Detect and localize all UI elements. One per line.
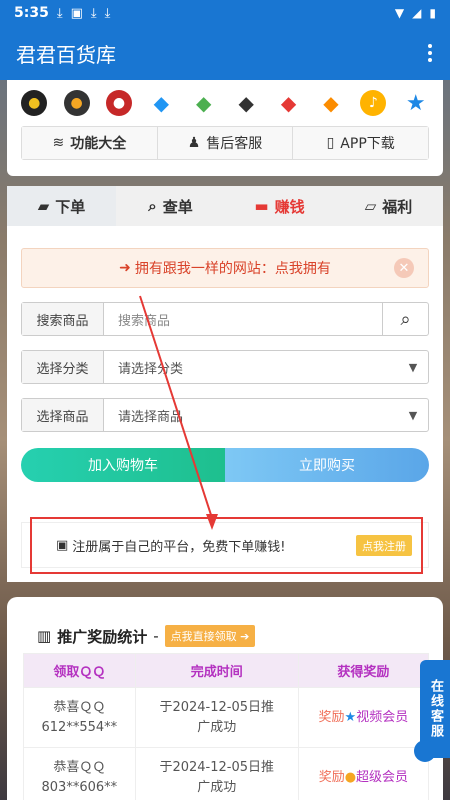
category-field: 选择分类 请选择分类 ▼ [21, 350, 429, 384]
signal-icon: ◢ [412, 6, 422, 20]
chat-icon[interactable] [414, 740, 436, 762]
arrow-right-icon: ➜ [119, 260, 131, 276]
quick-links: ≋ 功能大全 ♟ 售后客服 ▯ APP下载 [21, 126, 429, 160]
app-download-button[interactable]: ▯ APP下载 [293, 127, 429, 159]
wifi-icon: ≋ [52, 135, 65, 151]
folder-icon: ▱ [364, 197, 377, 215]
column-header: 领取ＱＱ [23, 653, 136, 688]
search-field: 搜索商品 搜索商品 ⌕ [21, 302, 429, 336]
diamond-green-icon[interactable]: ◆ [191, 90, 217, 116]
order-card: ▰ 下单 ⌕ 查单 ▬ 赚钱 ▱ 福利 ➜ 拥有跟我一样的网站：点我拥有 ✕ 搜索商品 … [7, 186, 443, 582]
search-button[interactable]: ⌕ [382, 303, 428, 335]
star-icon: ★ [344, 709, 357, 725]
table-row: 恭喜ＱＱ 612**554** 于2024-12-05日推 广成功 奖励★视频会员 [23, 687, 430, 748]
register-button[interactable]: 点我注册 [356, 535, 412, 556]
category-select[interactable]: 请选择分类 [104, 351, 398, 383]
product-field: 选择商品 请选择商品 ▼ [21, 398, 429, 432]
download-icon: ⤓ [56, 5, 63, 21]
diamond-blue-icon[interactable]: ◆ [148, 90, 174, 116]
more-menu-icon[interactable] [410, 26, 450, 80]
notification-icons: ⤓ ▣ ⤓ ⤓ [57, 6, 111, 21]
gift-icon: ▣ [56, 537, 69, 553]
chevron-down-icon: ▼ [408, 360, 418, 374]
buy-now-button[interactable]: 立即购买 [225, 448, 429, 482]
star-icon[interactable]: ★ [403, 90, 429, 116]
table-row: 恭喜ＱＱ 803**606** 于2024-12-05日推 广成功 奖励●超级会员 [23, 747, 430, 800]
shopping-bag-icon: ▰ [37, 197, 50, 215]
status-bar: 5:35 ⤓ ▣ ⤓ ⤓ ▼ ◢ ▮ [0, 0, 450, 26]
stats-title: ▥ 推广奖励统计 - 点我直接领取 ➔ [37, 625, 256, 647]
add-to-cart-button[interactable]: 加入购物车 [21, 448, 225, 482]
app-title: 君君百货库 [16, 42, 116, 67]
chevron-down-icon: ▼ [408, 408, 418, 422]
wifi-icon: ▼ [394, 6, 405, 20]
column-header: 完成时间 [134, 653, 299, 688]
register-banner: ▣ 注册属于自己的平台，免费下单赚钱! 点我注册 [21, 522, 429, 568]
diamond-red-icon[interactable]: ◆ [276, 90, 302, 116]
promo-banner[interactable]: ➜ 拥有跟我一样的网站：点我拥有 ✕ [21, 248, 429, 288]
tab-bar: ▰ 下单 ⌕ 查单 ▬ 赚钱 ▱ 福利 [7, 186, 443, 226]
phone-icon: ▯ [326, 135, 335, 151]
tab-earn[interactable]: ▬ 赚钱 [225, 186, 334, 226]
product-select[interactable]: 请选择商品 [104, 399, 398, 431]
diamond-orange-icon[interactable]: ◆ [318, 90, 344, 116]
app-icon: ▣ [70, 5, 83, 21]
search-icon: ⌕ [148, 197, 157, 215]
close-icon[interactable]: ✕ [394, 258, 414, 278]
bell-icon: ♟ [187, 135, 201, 151]
column-header: 获得奖励 [297, 653, 430, 688]
music-icon[interactable]: ♪ [360, 90, 387, 116]
reward-table: 领取ＱＱ 完成时间 获得奖励 恭喜ＱＱ 612**554** 于2024-12-0… [23, 653, 430, 800]
search-icon: ⌕ [400, 308, 411, 330]
battery-icon: ▮ [429, 6, 436, 20]
diamond-black-icon[interactable]: ◆ [233, 90, 259, 116]
app-bar: 君君百货库 [0, 26, 450, 80]
stats-card: ▥ 推广奖励统计 - 点我直接领取 ➔ 领取ＱＱ 完成时间 获得奖励 恭喜ＱＱ 6… [7, 597, 443, 800]
status-time: 5:35 [14, 5, 49, 21]
download-icon: ⤓ [104, 5, 111, 21]
claim-button[interactable]: 点我直接领取 ➔ [164, 625, 256, 647]
support-button[interactable]: ♟ 售后客服 [157, 127, 294, 159]
qq-penguin-icon[interactable]: ● [21, 90, 48, 116]
tab-welfare[interactable]: ▱ 福利 [334, 186, 443, 226]
cup-icon: ▬ [254, 197, 269, 215]
features-button[interactable]: ≋ 功能大全 [22, 127, 158, 159]
qq-penguin-red-icon[interactable]: ● [105, 90, 132, 116]
top-card: ● ● ● ◆ ◆ ◆ ◆ ◆ ♪ ★ ≋ 功能大全 ♟ 售后客服 ▯ APP下载 [7, 80, 443, 176]
penguin-icon: ● [344, 769, 357, 785]
icon-row: ● ● ● ◆ ◆ ◆ ◆ ◆ ♪ ★ [7, 80, 443, 122]
download-icon: ⤓ [90, 5, 97, 21]
search-input[interactable]: 搜索商品 [104, 303, 382, 335]
bar-chart-icon: ▥ [37, 627, 52, 645]
tab-query[interactable]: ⌕ 查单 [116, 186, 225, 226]
action-buttons: 加入购物车 立即购买 [21, 448, 429, 482]
tab-order[interactable]: ▰ 下单 [7, 186, 116, 226]
qq-penguin-icon[interactable]: ● [63, 90, 90, 116]
